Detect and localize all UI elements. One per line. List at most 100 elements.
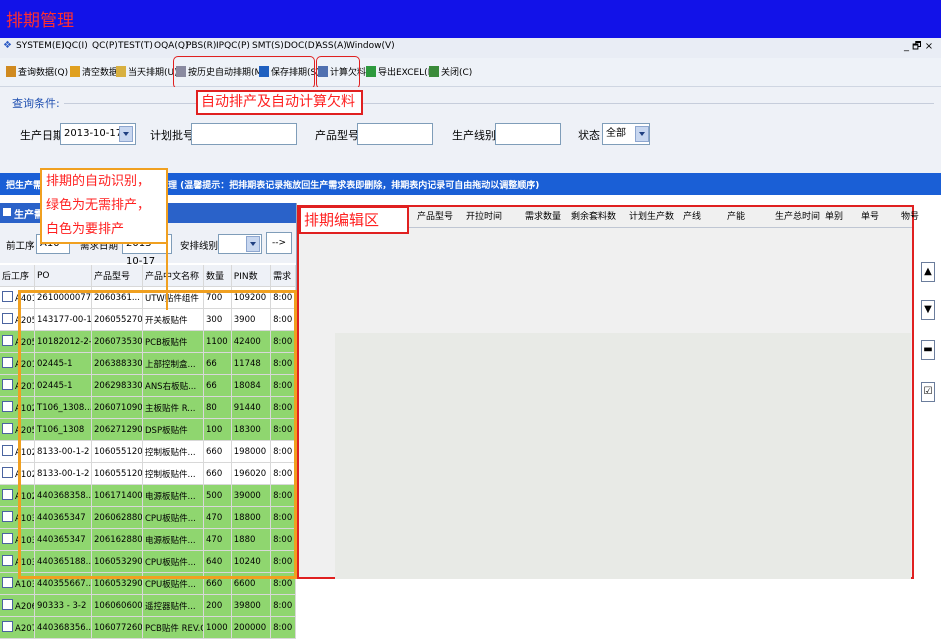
demand-table-header: 后工序 PO 产品型号 产品中文名称 数量 PIN数 需求	[0, 265, 296, 287]
close-button[interactable]: 关闭(C)	[429, 65, 472, 78]
move-to-schedule-button[interactable]: -->	[266, 232, 292, 254]
demand-column-header[interactable]: 数量	[203, 265, 232, 287]
schedule-edit-area[interactable]: 产品型号 开拉时间 需求数量 剩余套料数 计划生产数 产线 产能 生产总时间 单别 单号 物号	[297, 205, 919, 579]
app-icon: ❖	[3, 40, 12, 51]
plan-field[interactable]	[191, 123, 297, 145]
schedule-column-header[interactable]: 剩余套料数	[571, 207, 616, 227]
move-up-button[interactable]: ▲	[921, 262, 935, 282]
export-excel-button[interactable]: 导出EXCEL(E)	[366, 65, 437, 78]
row-checkbox[interactable]	[2, 533, 13, 544]
query-data-button[interactable]: 查询数据(Q)	[6, 65, 68, 78]
demand-column-header[interactable]: PIN数	[231, 265, 272, 287]
cell-text: 660	[206, 578, 223, 589]
row-checkbox[interactable]	[2, 357, 13, 368]
schedule-column-header[interactable]: 单号	[861, 207, 879, 227]
cell-text: 1000	[206, 622, 228, 633]
schedule-column-header[interactable]: 产线	[683, 207, 701, 227]
calc-shortage-highlight	[316, 56, 360, 89]
cell-text: 440355667...	[37, 578, 92, 589]
demand-row[interactable]: A20690333 - 3-2 1060606000遥控器贴件... 200 3980…	[0, 594, 296, 617]
remove-button[interactable]: ▬	[921, 340, 935, 360]
menu-system[interactable]: SYSTEM(E)	[16, 41, 65, 51]
schedule-column-header[interactable]: 需求数量	[525, 207, 561, 227]
window-title: 排期管理	[6, 11, 74, 31]
move-down-button[interactable]: ▼	[921, 300, 935, 320]
window-controls[interactable]: _ 🗗 ×	[904, 39, 933, 56]
date-picker-icon[interactable]	[119, 126, 133, 142]
cell-text: 440368356...	[37, 622, 92, 633]
row-checkbox[interactable]	[2, 291, 13, 302]
today-schedule-button[interactable]: 当天排期(U)	[116, 65, 178, 78]
model-field[interactable]	[357, 123, 433, 145]
model-label: 产品型号	[315, 129, 359, 142]
eraser-icon	[70, 66, 80, 77]
query-divider	[64, 103, 934, 104]
row-checkbox[interactable]	[2, 467, 13, 478]
row-checkbox[interactable]	[2, 555, 13, 566]
panel-icon	[3, 208, 11, 216]
line-field[interactable]	[495, 123, 561, 145]
row-checkbox[interactable]	[2, 313, 13, 324]
cell-text: 8:00	[273, 578, 293, 589]
demand-cell-qty: 1000	[203, 616, 232, 639]
demand-column-header[interactable]: 需求	[270, 265, 296, 287]
cell-text: 200	[206, 600, 223, 611]
cell-text: 6600	[233, 578, 256, 589]
plan-label: 计划批号	[150, 129, 194, 142]
demand-cell-name: 遥控器贴件...	[142, 594, 204, 617]
schedule-column-header[interactable]: 物号	[901, 207, 919, 227]
schedule-column-header[interactable]: 单别	[825, 207, 843, 227]
demand-column-header[interactable]: 产品型号	[91, 265, 143, 287]
auto-calc-annotation: 自动排产及自动计算欠料	[196, 90, 363, 115]
menu-ipqc[interactable]: IPQC(P)	[216, 41, 250, 51]
menu-iqc[interactable]: IQC(I)	[62, 41, 88, 51]
arrange-line-dropdown-icon[interactable]	[246, 236, 260, 252]
confirm-check-button[interactable]: ☑	[921, 382, 935, 402]
today-schedule-label: 当天排期(U)	[128, 68, 178, 78]
demand-column-header[interactable]: 后工序	[0, 265, 35, 287]
row-checkbox[interactable]	[2, 511, 13, 522]
schedule-column-header[interactable]: 开拉时间	[466, 207, 502, 227]
row-checkbox[interactable]	[2, 621, 13, 632]
cell-text: 1060772600	[94, 622, 143, 633]
demand-cell-po: 90333 - 3-2	[34, 594, 92, 617]
demand-column-header[interactable]: 产品中文名称	[142, 265, 204, 287]
row-checkbox[interactable]	[2, 379, 13, 390]
row-checkbox[interactable]	[2, 599, 13, 610]
menu-window[interactable]: Window(V)	[346, 41, 395, 51]
schedule-column-header[interactable]: 计划生产数	[629, 207, 674, 227]
menu-doc[interactable]: DOC(D)	[284, 41, 318, 51]
row-checkbox[interactable]	[2, 401, 13, 412]
close-door-icon	[429, 66, 439, 77]
edit-area-annotation: 排期编辑区	[299, 206, 409, 234]
schedule-column-header[interactable]: 产品型号	[417, 207, 453, 227]
magnifier-icon	[6, 66, 16, 77]
row-checkbox[interactable]	[2, 489, 13, 500]
menu-ass[interactable]: ASS(A)	[316, 41, 347, 51]
menu-oqa[interactable]: OQA(Q)	[154, 41, 188, 51]
menu-test[interactable]: TEST(T)	[118, 41, 153, 51]
cell-text: 遥控器贴件...	[145, 601, 196, 612]
cell-text: A206	[15, 602, 34, 612]
menu-qc[interactable]: QC(P)	[92, 41, 118, 51]
cell-text: A103	[15, 580, 34, 590]
clear-data-label: 清空数据	[82, 68, 119, 78]
row-checkbox[interactable]	[2, 445, 13, 456]
demand-column-header[interactable]: PO	[34, 265, 92, 287]
schedule-column-header[interactable]: 产能	[727, 207, 745, 227]
tip-text: 理 (温馨提示：把排期表记录拖放回生产需求表即删除，排期表内记录可自由拖动以调整…	[168, 181, 540, 191]
row-checkbox[interactable]	[2, 423, 13, 434]
demand-row[interactable]: A207440368356...1060772600PCB贴件 REV.C100…	[0, 616, 296, 639]
green-rows-highlight	[18, 290, 297, 579]
schedule-drop-zone[interactable]	[335, 333, 911, 579]
row-checkbox[interactable]	[2, 335, 13, 346]
status-dropdown-icon[interactable]	[635, 126, 649, 142]
clear-data-button[interactable]: 清空数据	[70, 65, 118, 78]
demand-cell-qty: 200	[203, 594, 232, 617]
menu-pbs[interactable]: PBS(R)	[186, 41, 216, 51]
schedule-column-header[interactable]: 生产总时间	[775, 207, 820, 227]
menu-smt[interactable]: SMT(S)	[252, 41, 284, 51]
toolbar: 查询数据(Q) 清空数据 当天排期(U) 按历史自动排期(M) 保存排期(S) …	[0, 58, 941, 87]
excel-icon	[366, 66, 376, 77]
front-process-label: 前工序	[6, 241, 35, 252]
